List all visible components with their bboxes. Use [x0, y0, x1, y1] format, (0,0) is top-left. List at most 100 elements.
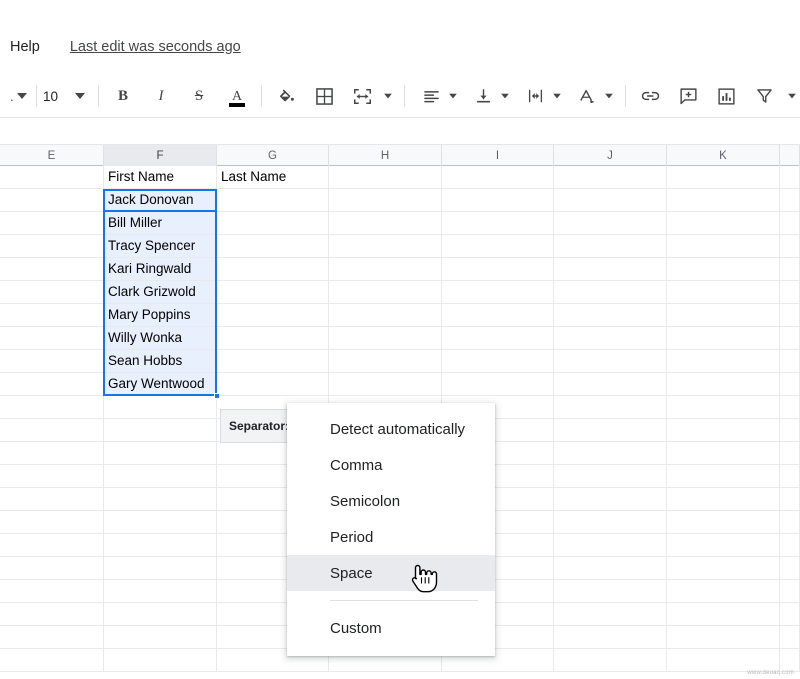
cell-F21[interactable] — [104, 626, 217, 648]
cell-J20[interactable] — [554, 603, 667, 625]
cell-F15[interactable] — [104, 488, 217, 510]
cell-E10[interactable] — [0, 373, 104, 395]
cell-F22[interactable] — [104, 649, 217, 671]
cell-G7[interactable] — [217, 304, 329, 326]
cell-H9[interactable] — [329, 350, 442, 372]
cell-F9[interactable]: Sean Hobbs — [104, 350, 217, 372]
cell-J21[interactable] — [554, 626, 667, 648]
cell-K13[interactable] — [667, 442, 780, 464]
cell-F5[interactable]: Kari Ringwald — [104, 258, 217, 280]
cell-K10[interactable] — [667, 373, 780, 395]
chevron-down-icon[interactable] — [784, 82, 800, 110]
last-edit-status[interactable]: Last edit was seconds ago — [70, 39, 241, 55]
cell-x9[interactable] — [780, 350, 800, 372]
cell-K4[interactable] — [667, 235, 780, 257]
cell-F16[interactable] — [104, 511, 217, 533]
cell-x4[interactable] — [780, 235, 800, 257]
cell-G3[interactable] — [217, 212, 329, 234]
cell-x13[interactable] — [780, 442, 800, 464]
cell-x12[interactable] — [780, 419, 800, 441]
cell-J8[interactable] — [554, 327, 667, 349]
cell-F12[interactable] — [104, 419, 217, 441]
cell-K16[interactable] — [667, 511, 780, 533]
cell-K11[interactable] — [667, 396, 780, 418]
cell-F7[interactable]: Mary Poppins — [104, 304, 217, 326]
cell-F13[interactable] — [104, 442, 217, 464]
cell-x8[interactable] — [780, 327, 800, 349]
cell-G5[interactable] — [217, 258, 329, 280]
cell-J22[interactable] — [554, 649, 667, 671]
bold-icon[interactable]: B — [109, 82, 137, 110]
menu-item-period[interactable]: Period — [287, 519, 495, 555]
cell-J18[interactable] — [554, 557, 667, 579]
cell-K12[interactable] — [667, 419, 780, 441]
italic-icon[interactable]: I — [147, 82, 175, 110]
cell-x18[interactable] — [780, 557, 800, 579]
column-header-h[interactable]: H — [329, 145, 442, 166]
cell-F8[interactable]: Willy Wonka — [104, 327, 217, 349]
cell-J13[interactable] — [554, 442, 667, 464]
cell-x21[interactable] — [780, 626, 800, 648]
cell-E4[interactable] — [0, 235, 104, 257]
cell-F20[interactable] — [104, 603, 217, 625]
cell-J5[interactable] — [554, 258, 667, 280]
cell-F14[interactable] — [104, 465, 217, 487]
cell-I5[interactable] — [442, 258, 554, 280]
cell-E13[interactable] — [0, 442, 104, 464]
cell-E6[interactable] — [0, 281, 104, 303]
cell-G2[interactable] — [217, 189, 329, 211]
column-header-f[interactable]: F — [104, 145, 217, 166]
merge-cells-icon[interactable] — [348, 82, 376, 110]
cell-F19[interactable] — [104, 580, 217, 602]
cell-x16[interactable] — [780, 511, 800, 533]
cell-H5[interactable] — [329, 258, 442, 280]
cell-F6[interactable]: Clark Grizwold — [104, 281, 217, 303]
cell-F18[interactable] — [104, 557, 217, 579]
cell-J15[interactable] — [554, 488, 667, 510]
font-size-input[interactable]: 10 — [43, 89, 58, 104]
cell-x20[interactable] — [780, 603, 800, 625]
cell-E14[interactable] — [0, 465, 104, 487]
text-wrapping-icon[interactable] — [521, 82, 549, 110]
strikethrough-icon[interactable]: S — [185, 82, 213, 110]
cell-H7[interactable] — [329, 304, 442, 326]
cell-K3[interactable] — [667, 212, 780, 234]
cell-I8[interactable] — [442, 327, 554, 349]
cell-K19[interactable] — [667, 580, 780, 602]
cell-E8[interactable] — [0, 327, 104, 349]
cell-x2[interactable] — [780, 189, 800, 211]
cell-H4[interactable] — [329, 235, 442, 257]
cell-G8[interactable] — [217, 327, 329, 349]
cell-H1[interactable] — [329, 166, 442, 188]
cell-J1[interactable] — [554, 166, 667, 188]
cell-E22[interactable] — [0, 649, 104, 671]
cell-E17[interactable] — [0, 534, 104, 556]
cell-E2[interactable] — [0, 189, 104, 211]
cell-H2[interactable] — [329, 189, 442, 211]
cell-K5[interactable] — [667, 258, 780, 280]
menu-item-custom[interactable]: Custom — [287, 610, 495, 646]
cell-x22[interactable] — [780, 649, 800, 671]
cell-x17[interactable] — [780, 534, 800, 556]
cell-F10[interactable]: Gary Wentwood — [104, 373, 217, 395]
cell-E12[interactable] — [0, 419, 104, 441]
menu-item-comma[interactable]: Comma — [287, 447, 495, 483]
insert-comment-icon[interactable] — [674, 82, 702, 110]
cell-x19[interactable] — [780, 580, 800, 602]
cell-I3[interactable] — [442, 212, 554, 234]
column-header-e[interactable]: E — [0, 145, 104, 166]
chevron-down-icon[interactable] — [601, 82, 617, 110]
cell-H6[interactable] — [329, 281, 442, 303]
cell-I4[interactable] — [442, 235, 554, 257]
cell-x7[interactable] — [780, 304, 800, 326]
chevron-down-icon[interactable] — [380, 82, 396, 110]
cell-E1[interactable] — [0, 166, 104, 188]
cell-E19[interactable] — [0, 580, 104, 602]
text-color-icon[interactable]: A — [223, 82, 251, 110]
menu-item-semicolon[interactable]: Semicolon — [287, 483, 495, 519]
cell-K17[interactable] — [667, 534, 780, 556]
cell-I6[interactable] — [442, 281, 554, 303]
cell-x10[interactable] — [780, 373, 800, 395]
cell-F2[interactable]: Jack Donovan — [104, 189, 217, 211]
cell-F17[interactable] — [104, 534, 217, 556]
